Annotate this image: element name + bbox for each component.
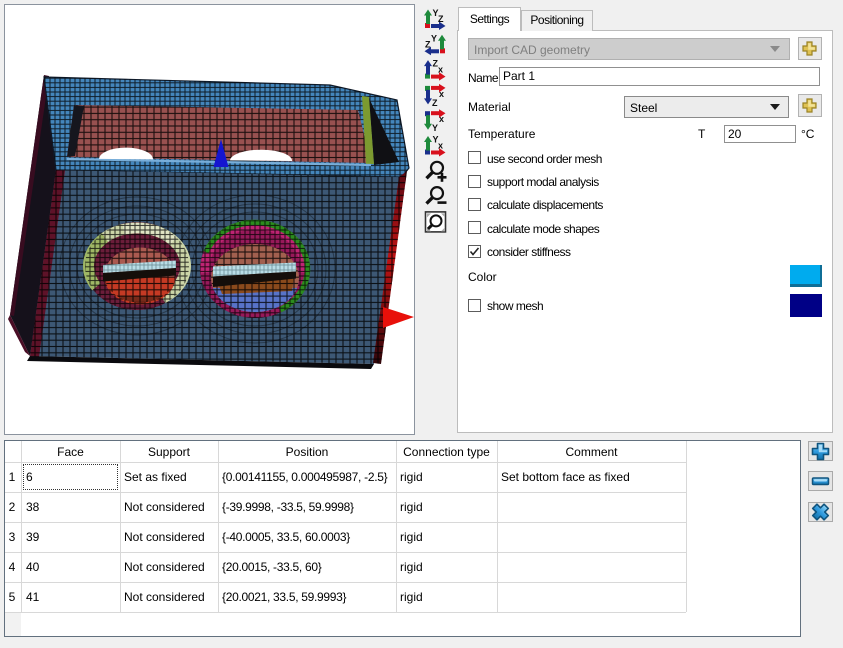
svg-text:x: x bbox=[439, 114, 444, 124]
svg-text:Y: Y bbox=[432, 123, 438, 133]
svg-text:Y: Y bbox=[431, 33, 437, 43]
svg-text:x: x bbox=[439, 89, 444, 99]
svg-text:Z: Z bbox=[425, 39, 431, 49]
svg-text:Z: Z bbox=[438, 14, 444, 24]
svg-text:Z: Z bbox=[432, 98, 438, 108]
svg-text:x: x bbox=[438, 141, 443, 151]
svg-text:x: x bbox=[438, 65, 443, 75]
